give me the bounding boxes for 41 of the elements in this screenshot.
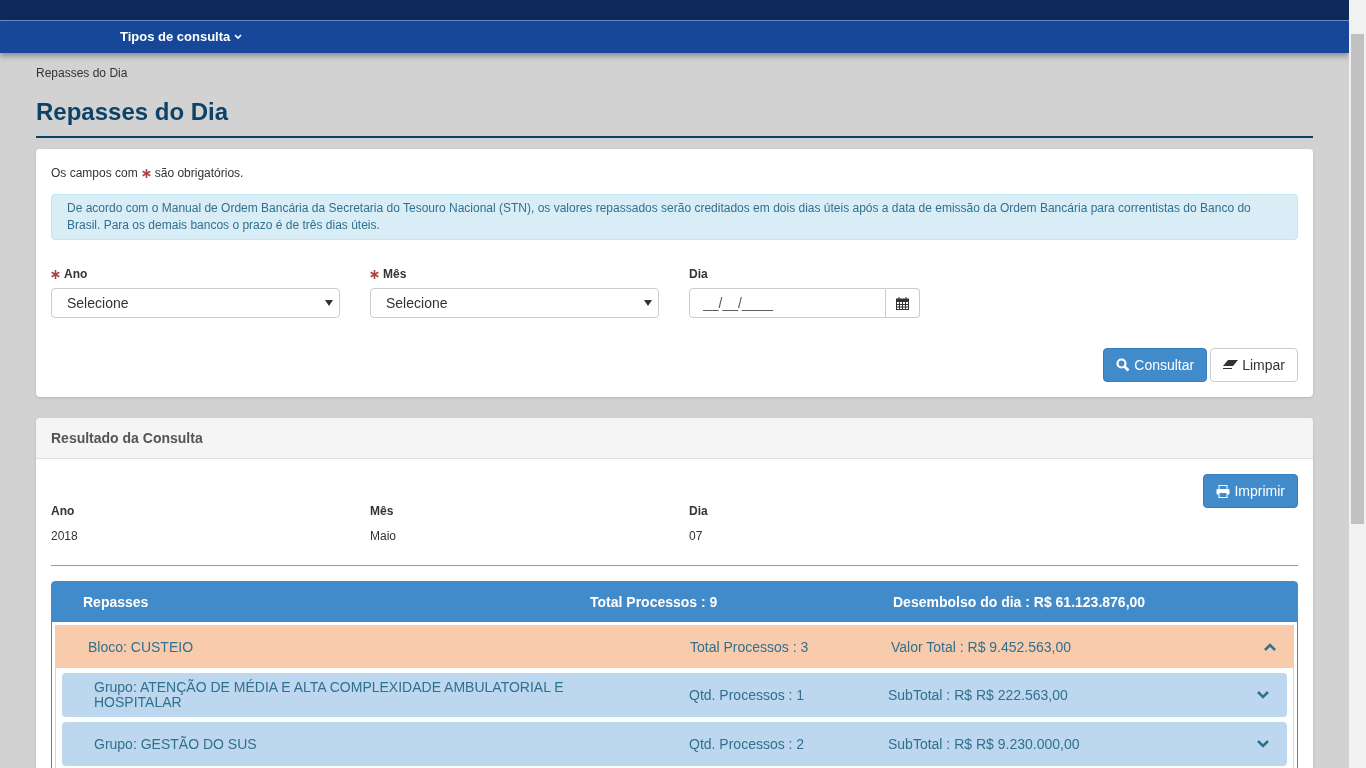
caret-icon — [234, 34, 243, 40]
print-button[interactable]: Imprimir — [1203, 474, 1298, 508]
panel-title: Resultado da Consulta — [51, 428, 203, 448]
calendar-button[interactable] — [886, 288, 920, 318]
scrollbar[interactable] — [1349, 0, 1366, 768]
eraser-icon — [1223, 360, 1239, 370]
asterisk-icon — [370, 269, 379, 279]
summary-value: 07 — [689, 528, 704, 545]
info-alert: De acordo com o Manual de Ordem Bancária da Secretaria do Tesouro Nacional (STN), os valores repassados serão creditados em dois dias úteis após a data de emissão da Ordem Bancária para correntistas do Banco do Brasil. Para os demais bancos o prazo é de três dias úteis. — [51, 194, 1298, 240]
summary-label: Mês — [370, 503, 395, 520]
asterisk-icon — [141, 168, 151, 178]
summary-label: Ano — [51, 503, 76, 520]
printer-icon — [1216, 484, 1231, 498]
select-field[interactable]: Selecione — [51, 288, 340, 318]
grupo-row[interactable]: Grupo: ATENÇÃO DE MÉDIA E ALTA COMPLEXIDADE AMBULATORIAL E HOSPITALAR Qtd. Processos : 1 SubTotal : R$ R$ 222.563,00 — [62, 673, 1287, 717]
summary-label: Dia — [689, 503, 709, 520]
scrollbar-thumb[interactable] — [1351, 34, 1364, 524]
repasses-header: Repasses Total Processos : 9 Desembolso do dia : R$ 61.123.876,00 — [52, 582, 1297, 622]
dropdown-arrow-icon — [325, 300, 333, 306]
bloco-header[interactable]: Bloco: CUSTEIO Total Processos : 3 Valor Total : R$ 9.452.563,00 — [56, 626, 1293, 668]
search-button[interactable]: Consultar — [1103, 348, 1208, 382]
collapse-icon[interactable] — [1263, 642, 1277, 652]
nav-menu[interactable]: Tipos de consulta — [120, 27, 243, 47]
field-label: Mês — [383, 266, 407, 283]
summary-value: 2018 — [51, 528, 79, 545]
select-field[interactable]: Selecione — [370, 288, 659, 318]
clear-button[interactable]: Limpar — [1210, 348, 1298, 382]
summary-value: Maio — [370, 528, 397, 545]
search-icon — [1116, 358, 1131, 372]
dropdown-arrow-icon — [644, 300, 652, 306]
page-title: Repasses do Dia — [36, 94, 1313, 138]
grupo-row[interactable]: Grupo: GESTÃO DO SUS Qtd. Processos : 2 SubTotal : R$ R$ 9.230.000,00 — [62, 722, 1287, 766]
expand-icon[interactable] — [1256, 739, 1270, 749]
field-label: Ano — [64, 266, 88, 283]
required-note: Os campos com são obrigatórios. — [51, 165, 245, 182]
date-field[interactable]: __/__/____ — [689, 288, 886, 318]
breadcrumb[interactable]: Repasses do Dia — [36, 64, 1313, 82]
calendar-icon — [896, 296, 909, 310]
field-label: Dia — [689, 266, 708, 283]
asterisk-icon — [51, 269, 60, 279]
expand-icon[interactable] — [1256, 690, 1270, 700]
